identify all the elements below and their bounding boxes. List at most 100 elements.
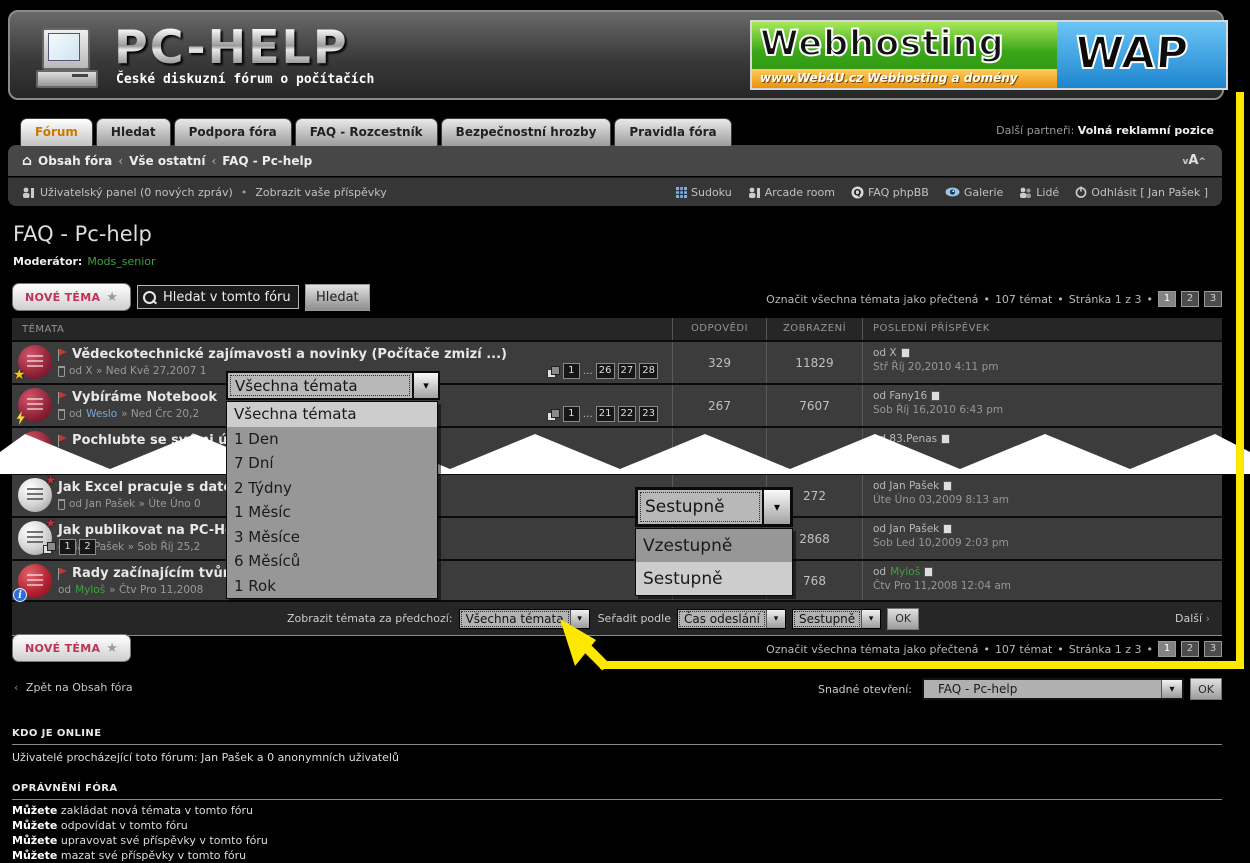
period-dropdown-open: Všechna témata ▾ Všechna témata 1 Den 7 …	[226, 371, 440, 599]
controls-ok-button[interactable]: OK	[887, 607, 920, 630]
search-input[interactable]	[160, 288, 295, 306]
topic-page-link[interactable]: 1	[562, 363, 580, 379]
option-1-mesic[interactable]: 1 Měsíc	[227, 500, 437, 525]
permission-item: Můžete zakládat nová témata v tomto fóru	[12, 804, 254, 817]
new-topic-button[interactable]: NOVÉ TÉMA ★	[12, 283, 131, 311]
page-number-2[interactable]: 2	[1181, 291, 1199, 307]
topic-page-link[interactable]: 22	[617, 406, 637, 422]
period-select-expanded[interactable]: Všechna témata ▾	[226, 371, 440, 400]
breadcrumb-item[interactable]: FAQ - Pc-help	[222, 154, 312, 168]
topic-page-link[interactable]: 2	[79, 539, 96, 555]
topic-page-link[interactable]: 28	[639, 363, 658, 379]
tab-podpora-fora[interactable]: Podpora fóra	[173, 118, 292, 146]
next-page-link[interactable]: Další ›	[1175, 612, 1210, 625]
option-sestupne[interactable]: Sestupně	[636, 562, 792, 595]
table-row: ★ Pochlubte se svými úsp od 83.Penas	[12, 426, 1222, 473]
breadcrumb: ⌂ Obsah fóra ‹ Vše ostatní ‹ FAQ - Pc-he…	[8, 145, 1222, 176]
topic-page-link[interactable]: 23	[639, 406, 658, 422]
permission-item: Můžete mazat své příspěvky v tomto fóru	[12, 849, 247, 862]
option-6-mesicu[interactable]: 6 Měsíců	[227, 549, 437, 574]
back-to-index-link[interactable]: ‹ Zpět na Obsah fóra	[14, 681, 133, 694]
tab-pravidla-fora[interactable]: Pravidla fóra	[614, 118, 732, 146]
moderator-line: Moderátor: Mods_senior	[13, 255, 156, 268]
new-topic-button[interactable]: NOVÉ TÉMA ★	[12, 634, 131, 662]
tab-faq-rozcestnik[interactable]: FAQ - Rozcestník	[294, 118, 438, 146]
topic-title[interactable]: Rady začínajícím tvůrc	[72, 566, 237, 581]
page-number-3[interactable]: 3	[1204, 641, 1222, 657]
tab-bezpecnostni-hrozby[interactable]: Bezpečnostní hrozby	[440, 118, 612, 146]
home-icon[interactable]: ⌂	[22, 153, 32, 169]
new-topic-star-icon: ★	[106, 289, 118, 305]
breadcrumb-item[interactable]: Obsah fóra	[38, 154, 112, 168]
user-panel-link[interactable]: Uživatelský panel (0 nových zpráv)	[40, 186, 233, 199]
permission-item: Můžete upravovat své příspěvky v tomto f…	[12, 834, 268, 847]
search-button[interactable]: Hledat	[304, 283, 370, 311]
last-post-icon[interactable]	[941, 434, 951, 444]
author-link[interactable]: Myloš	[75, 584, 105, 596]
last-post-icon[interactable]	[943, 481, 953, 491]
sudoku-link[interactable]: Sudoku	[676, 186, 732, 199]
topic-title[interactable]: Vědeckotechnické zajímavosti a novinky (…	[72, 347, 507, 362]
faq-phpbb-link[interactable]: Q FAQ phpBB	[851, 186, 929, 199]
page-number-1[interactable]: 1	[1158, 641, 1176, 657]
mark-read-link[interactable]: Označit všechna témata jako přečtená	[766, 293, 978, 306]
tab-forum[interactable]: Fórum	[20, 118, 93, 146]
topic-title[interactable]: Pochlubte se svými úsp	[72, 433, 245, 448]
page-number-3[interactable]: 3	[1204, 291, 1222, 307]
table-row: ★ Jak publikovat na PC-Help od Jan Pašek…	[12, 516, 1222, 559]
who-online-text: Uživatelé procházející toto fórum: Jan P…	[12, 751, 399, 764]
topic-page-link[interactable]: 1	[59, 539, 76, 555]
last-post-icon[interactable]	[924, 567, 934, 577]
last-post-icon[interactable]	[943, 524, 953, 534]
table-row: Vybíráme Notebook od Weslo » Ned Črc 20,…	[12, 383, 1222, 426]
sort-select[interactable]: Čas odeslání ▾	[676, 608, 786, 629]
tab-hledat[interactable]: Hledat	[95, 118, 171, 146]
option-7-dni[interactable]: 7 Dní	[227, 451, 437, 476]
forum-search-box[interactable]	[136, 285, 299, 309]
flag-icon	[58, 348, 67, 361]
topic-title[interactable]: Vybíráme Notebook	[72, 390, 217, 405]
breadcrumb-item[interactable]: Vše ostatní	[129, 154, 205, 168]
option-1-rok[interactable]: 1 Rok	[227, 574, 437, 599]
last-post-icon[interactable]	[931, 391, 941, 401]
jump-ok-button[interactable]: OK	[1190, 678, 1222, 700]
topic-title[interactable]: Jak Excel pracuje s datem	[58, 480, 246, 495]
banner-subtitle: www.Web4U.cz Webhosting a domény	[752, 69, 1057, 88]
topic-page-link[interactable]: 1	[562, 406, 580, 422]
font-size-widget[interactable]: vA^	[1183, 153, 1206, 168]
topics-table: TÉMATA ODPOVĚDI ZOBRAZENÍ POSLEDNÍ PŘÍSP…	[12, 318, 1222, 636]
option-vsechna-temata[interactable]: Všechna témata	[227, 402, 437, 427]
period-select[interactable]: Všechna témata ▾	[458, 608, 590, 629]
option-vzestupne[interactable]: Vzestupně	[636, 529, 792, 562]
moderator-link[interactable]: Mods_senior	[87, 255, 155, 268]
forum-jump-select[interactable]: FAQ - Pc-help ▾	[922, 678, 1184, 700]
author-link[interactable]: Myloš	[890, 566, 920, 578]
option-1-den[interactable]: 1 Den	[227, 427, 437, 452]
page-number-2[interactable]: 2	[1181, 641, 1199, 657]
replies-count: 267	[672, 385, 766, 426]
your-posts-link[interactable]: Zobrazit vaše příspěvky	[255, 186, 386, 199]
topic-page-link[interactable]: 27	[617, 363, 637, 379]
option-3-mesice[interactable]: 3 Měsíce	[227, 525, 437, 550]
option-2-tydny[interactable]: 2 Týdny	[227, 476, 437, 501]
banner-wap: WAP	[1072, 27, 1190, 80]
topic-page-link[interactable]: 26	[595, 363, 615, 379]
info-badge-icon: i	[13, 588, 27, 602]
arcade-room-link[interactable]: Arcade room	[748, 186, 835, 199]
direction-select[interactable]: Sestupně ▾	[792, 608, 882, 629]
topic-page-link[interactable]: 21	[595, 406, 615, 422]
logout-link[interactable]: Odhlásit [ Jan Pašek ]	[1075, 186, 1208, 199]
last-post-icon[interactable]	[900, 348, 910, 358]
topic-title[interactable]: Jak publikovat na PC-Help	[58, 523, 248, 538]
page-number-1[interactable]: 1	[1158, 291, 1176, 307]
webhosting-banner[interactable]: Webhosting www.Web4U.cz Webhosting a dom…	[750, 20, 1228, 90]
author-link[interactable]: Weslo	[86, 408, 117, 420]
direction-select-expanded[interactable]: Sestupně ▾	[635, 487, 793, 527]
galerie-link[interactable]: Galerie	[945, 186, 1003, 199]
mark-read-link[interactable]: Označit všechna témata jako přečtená	[766, 643, 978, 656]
topic-page-links: 1 … 26 27 28	[546, 363, 658, 379]
chevron-down-icon: ▾	[569, 609, 589, 628]
people-icon	[1020, 187, 1032, 198]
star-badge-icon: ★	[45, 473, 56, 487]
lide-link[interactable]: Lidé	[1019, 186, 1059, 199]
